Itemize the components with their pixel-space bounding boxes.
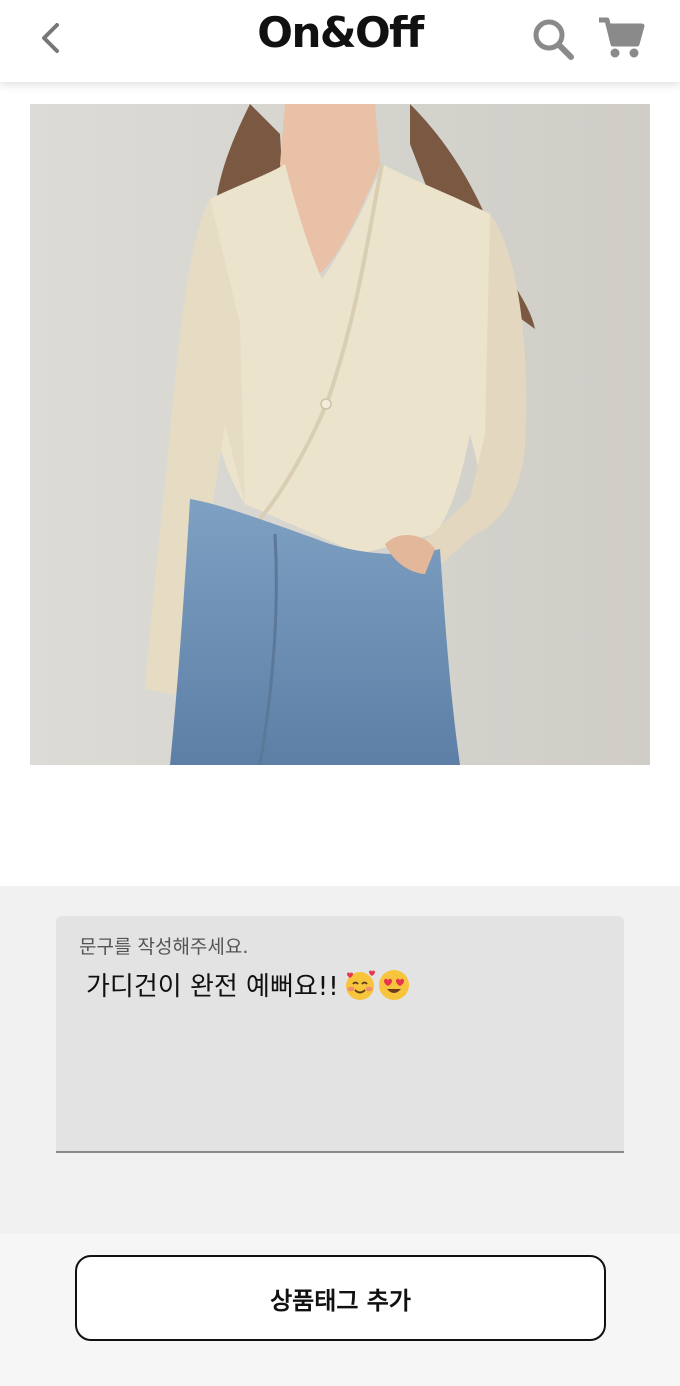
app-header: On&Off [0,0,680,82]
caption-textarea[interactable]: 문구를 작성해주세요. 가디건이 완전 예뻐요!! [56,916,624,1153]
add-product-tag-button[interactable]: 상품태그 추가 [75,1255,606,1341]
caption-label: 문구를 작성해주세요. [79,936,249,958]
bottom-action-bar: 상품태그 추가 [0,1234,680,1386]
caption-value-row: 가디건이 완전 예뻐요!! [86,966,411,1003]
app-title: On&Off [257,8,424,57]
search-icon [533,19,574,60]
post-photo [30,104,650,765]
compose-section: 문구를 작성해주세요. 가디건이 완전 예뻐요!! 상품태그 추가 [0,886,680,1386]
search-button[interactable] [529,15,577,63]
cart-icon [599,17,645,58]
heart-eyes-icon [377,968,411,1002]
smiling-face-with-hearts-icon [343,968,377,1002]
cart-button[interactable] [596,14,646,62]
caption-text: 가디건이 완전 예뻐요!! [86,972,339,1002]
